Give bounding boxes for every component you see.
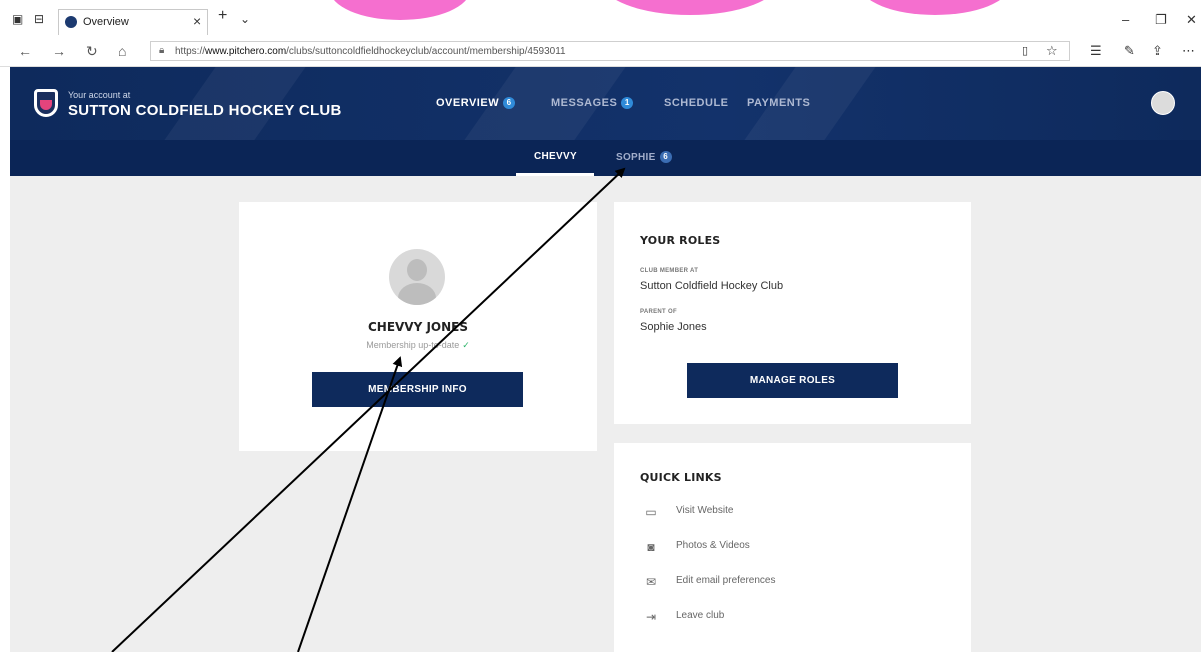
roles-card: YOUR ROLES CLUB MEMBER AT Sutton Coldfie… (614, 202, 971, 424)
role-value: Sophie Jones (640, 321, 707, 333)
minimize-icon[interactable]: – (1122, 12, 1129, 27)
tab-actions-icon[interactable]: ▣ (12, 13, 23, 25)
favorites-list-icon[interactable]: ☰ (1090, 43, 1102, 59)
quick-links-card: QUICK LINKS ▭ Visit Website ◙ Photos & V… (614, 443, 971, 652)
account-at-label: Your account at (68, 90, 131, 100)
subtab-sophie[interactable]: SOPHIE 6 (616, 151, 672, 163)
screenshot-root: ▣ ⊟ Overview × + ⌄ – ❐ ✕ ← → ↻ ⌂ 🔒︎ http… (0, 0, 1201, 652)
membership-info-button[interactable]: MEMBERSHIP INFO (312, 372, 523, 407)
messages-badge: 1 (621, 97, 634, 109)
lock-icon: 🔒︎ (159, 45, 165, 56)
tab-list-chevron-icon[interactable]: ⌄ (240, 13, 250, 25)
home-icon[interactable]: ⌂ (118, 43, 126, 59)
tab-back-icon[interactable]: ⊟ (34, 13, 44, 25)
close-tab-icon[interactable]: × (193, 13, 201, 29)
site-header: Your account at SUTTON COLDFIELD HOCKEY … (10, 67, 1201, 140)
overview-badge: 6 (503, 97, 516, 109)
envelope-icon: ✉ (645, 575, 657, 589)
back-arrow-icon[interactable]: ← (18, 43, 32, 59)
roles-heading: YOUR ROLES (640, 234, 721, 247)
subtab-chevvy[interactable]: CHEVVY (534, 151, 577, 162)
check-icon: ✓ (462, 340, 470, 350)
nav-messages[interactable]: MESSAGES 1 (551, 97, 634, 109)
role-label: PARENT OF (640, 309, 677, 315)
nav-schedule[interactable]: SCHEDULE (664, 97, 729, 109)
quick-links-heading: QUICK LINKS (640, 471, 722, 484)
manage-roles-button[interactable]: MANAGE ROLES (687, 363, 898, 398)
pen-notes-icon[interactable]: ✎ (1124, 43, 1135, 59)
profile-name: CHEVVY JONES (367, 320, 469, 334)
exit-icon: ⇥ (645, 610, 657, 624)
nav-overview[interactable]: OVERVIEW 6 (436, 97, 516, 109)
reading-view-icon[interactable]: ▯ (1022, 44, 1028, 57)
membership-status: Membership up-to-date ✓ (366, 340, 470, 350)
quick-link-label: Visit Website (676, 505, 734, 516)
tab-title: Overview (83, 16, 129, 28)
more-icon[interactable]: ⋯ (1182, 43, 1195, 59)
url-input[interactable]: 🔒︎ https://www.pitchero.com/clubs/sutton… (150, 41, 1070, 61)
close-window-icon[interactable]: ✕ (1186, 12, 1197, 28)
browser-tab-bar: ▣ ⊟ Overview × + ⌄ – ❐ ✕ (0, 0, 1201, 35)
quick-link-label: Photos & Videos (676, 540, 750, 551)
user-avatar[interactable] (1151, 91, 1175, 115)
avatar-head-shape (407, 259, 427, 281)
address-bar: ← → ↻ ⌂ 🔒︎ https://www.pitchero.com/club… (0, 35, 1201, 67)
club-name[interactable]: SUTTON COLDFIELD HOCKEY CLUB (68, 102, 342, 119)
camera-icon: ◙ (647, 540, 655, 554)
site-favicon-icon (65, 16, 77, 28)
favorite-star-icon[interactable]: ☆ (1046, 43, 1058, 59)
quick-link-label: Leave club (676, 610, 725, 621)
share-icon[interactable]: ⇪ (1152, 43, 1163, 59)
window-icon: ▭ (645, 505, 657, 519)
role-value: Sutton Coldfield Hockey Club (640, 280, 784, 292)
club-crest-icon[interactable] (34, 89, 58, 117)
nav-payments[interactable]: PAYMENTS (747, 97, 810, 109)
restore-icon[interactable]: ❐ (1155, 12, 1167, 28)
role-label: CLUB MEMBER AT (640, 268, 699, 274)
quick-link-label: Edit email preferences (676, 575, 776, 586)
member-subnav: CHEVVY SOPHIE 6 (10, 140, 1201, 176)
new-tab-icon[interactable]: + (218, 8, 227, 24)
main-content: CHEVVY JONES Membership up-to-date ✓ MEMB… (10, 176, 1201, 652)
forward-arrow-icon[interactable]: → (52, 43, 66, 59)
refresh-icon[interactable]: ↻ (86, 43, 98, 60)
profile-avatar[interactable] (389, 249, 445, 305)
sophie-badge: 6 (659, 151, 672, 163)
browser-tab[interactable]: Overview × (58, 9, 208, 35)
profile-card: CHEVVY JONES Membership up-to-date ✓ MEMB… (239, 202, 597, 451)
url-text: https://www.pitchero.com/clubs/suttoncol… (175, 46, 566, 57)
avatar-body-shape (398, 283, 436, 305)
